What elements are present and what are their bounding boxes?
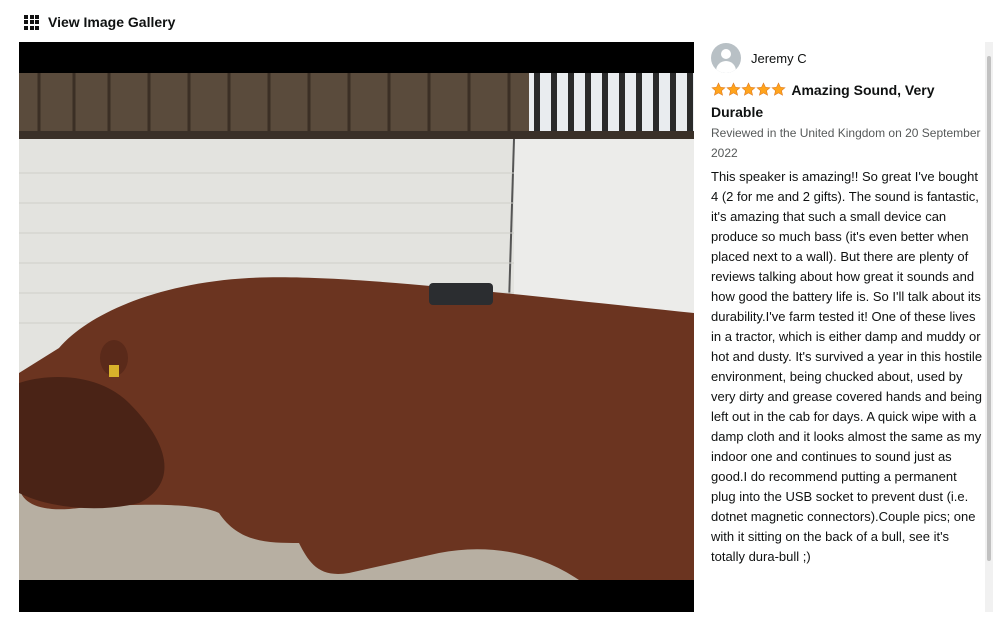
- review-title-line: Amazing Sound, Very Durable: [711, 80, 983, 122]
- review-date: Reviewed in the United Kingdom on 20 Sep…: [711, 126, 981, 160]
- star-icon: [756, 82, 771, 96]
- review-panel: Jeremy C Amazing Sound, Very Durable Rev…: [711, 42, 983, 612]
- scrollbar-thumb[interactable]: [987, 56, 991, 561]
- review-photo: [19, 73, 694, 580]
- review-body: This speaker is amazing!! So great I've …: [711, 169, 983, 564]
- avatar: [711, 43, 741, 73]
- star-icon: [741, 82, 756, 96]
- reviewer-profile[interactable]: Jeremy C: [711, 42, 983, 74]
- grid-icon: [24, 14, 39, 30]
- star-icon: [711, 82, 726, 96]
- view-image-gallery-link[interactable]: View Image Gallery: [48, 14, 175, 30]
- image-viewer[interactable]: [19, 42, 694, 612]
- reviewer-name: Jeremy C: [751, 50, 807, 66]
- star-rating: [711, 82, 786, 102]
- gallery-header[interactable]: View Image Gallery: [24, 10, 175, 34]
- star-icon: [771, 82, 786, 96]
- star-icon: [726, 82, 741, 96]
- review-scrollbar[interactable]: [985, 42, 993, 612]
